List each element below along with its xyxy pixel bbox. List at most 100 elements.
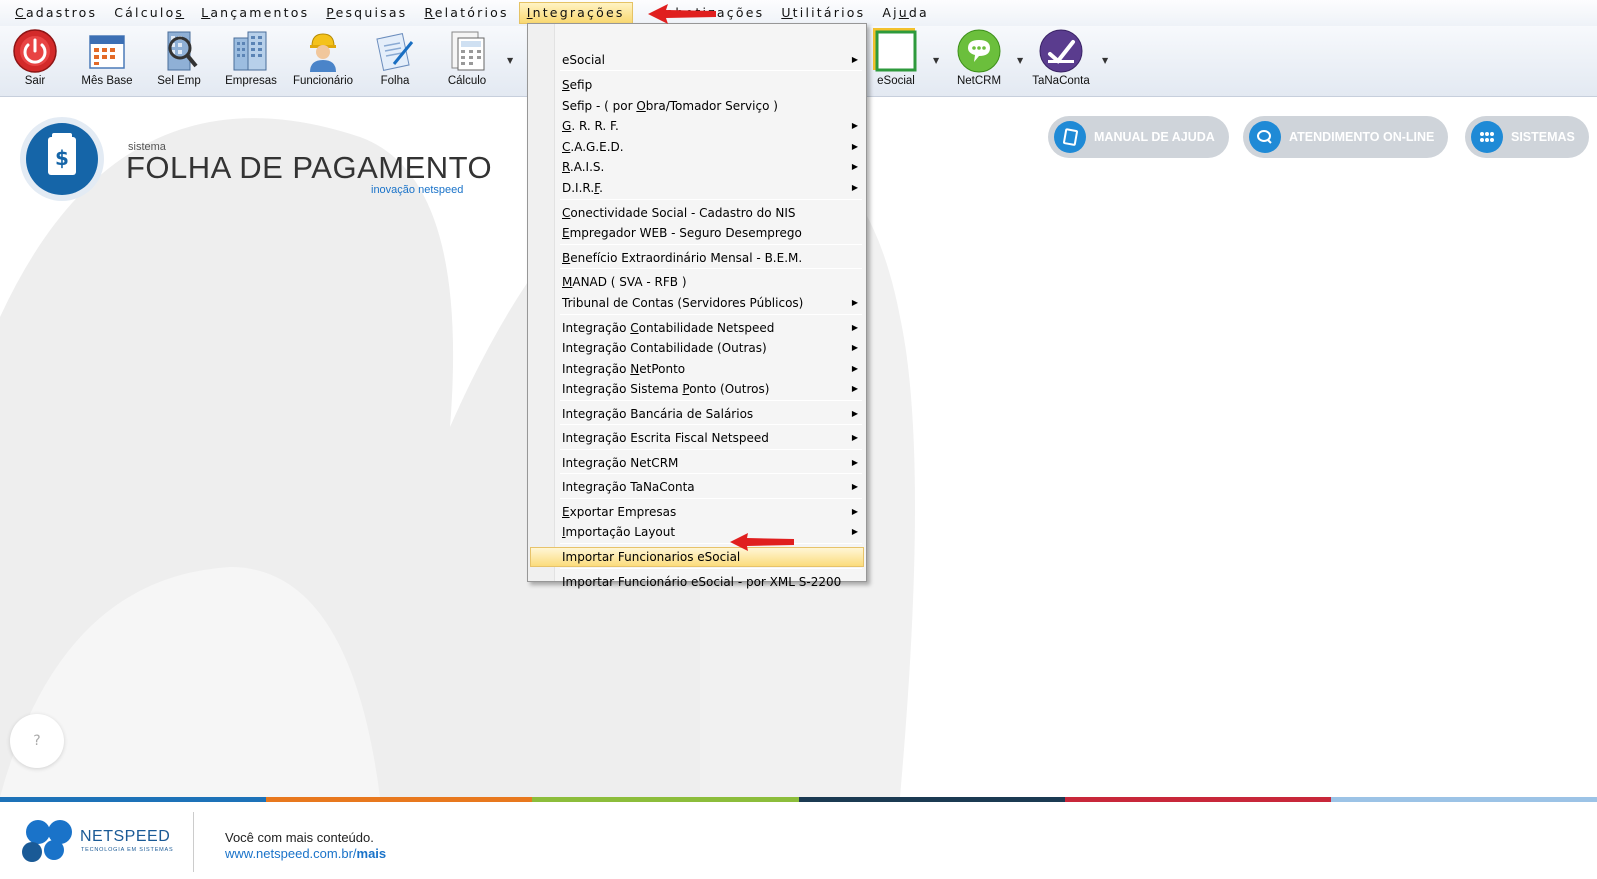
atendimento-online-button[interactable]: ATENDIMENTO ON-LINE: [1243, 116, 1449, 158]
menu-item-sistema-ponto[interactable]: Integração Sistema Ponto (Outros) ▶: [530, 379, 864, 399]
document-pen-icon: [372, 28, 418, 74]
calendar-icon: [84, 28, 130, 74]
sistemas-button[interactable]: SISTEMAS: [1465, 116, 1589, 158]
menu-item-tanaconta[interactable]: Integração TaNaConta ▶: [530, 477, 864, 497]
toolbar-calculo-button[interactable]: Cálculo: [432, 26, 502, 96]
toolbar-label: Folha: [380, 75, 410, 87]
footer-brand-sub: TECNOLOGIA EM SISTEMAS: [81, 847, 174, 853]
menu-calculos[interactable]: Cálculos: [107, 2, 191, 24]
submenu-arrow-icon: ▶: [851, 298, 858, 307]
submenu-arrow-icon: ▶: [851, 121, 858, 130]
footer: NETSPEED TECNOLOGIA EM SISTEMAS Você com…: [0, 802, 1597, 879]
menu-item-grrf[interactable]: G. R. R. F. ▶: [530, 116, 864, 136]
menu-item-esocial[interactable]: eSocial ▶: [530, 50, 864, 70]
submenu-arrow-icon: ▶: [851, 55, 858, 64]
submenu-arrow-icon: ▶: [851, 364, 858, 373]
chat-icon: [1249, 121, 1281, 153]
menu-ajuda[interactable]: Ajuda: [875, 2, 936, 24]
menu-separator: [560, 314, 862, 315]
toolbar-folha-button[interactable]: Folha: [360, 26, 430, 96]
toolbar-label: Sair: [24, 75, 46, 87]
toolbar-tanaconta-button[interactable]: TaNaConta: [1028, 26, 1094, 96]
manual-de-ajuda-button[interactable]: MANUAL DE AJUDA: [1048, 116, 1229, 158]
menu-separator: [560, 70, 862, 71]
submenu-arrow-icon: ▶: [851, 409, 858, 418]
toolbar-empresas-button[interactable]: Empresas: [216, 26, 286, 96]
menu-item-escrita-fiscal[interactable]: Integração Escrita Fiscal Netspeed ▶: [530, 428, 864, 448]
calculo-dropdown-arrow-icon[interactable]: ▼: [507, 56, 513, 65]
grid-dots-icon: [1471, 121, 1503, 153]
menu-separator: [560, 568, 862, 569]
menu-item-importacao-layout[interactable]: Importação Layout ▶: [530, 522, 864, 542]
menu-item-conectividade-social[interactable]: Conectividade Social - Cadastro do NIS: [530, 203, 864, 223]
menu-item-exportar-empresas[interactable]: Exportar Empresas ▶: [530, 502, 864, 522]
chat-bubble-icon: [956, 28, 1002, 74]
esocial-dropdown-arrow-icon[interactable]: ▼: [933, 56, 939, 65]
menu-pesquisas[interactable]: Pesquisas: [319, 2, 414, 24]
buildings-icon: [228, 28, 274, 74]
submenu-arrow-icon: ▶: [851, 142, 858, 151]
menu-item-dirf[interactable]: D.I.R.F. ▶: [530, 178, 864, 198]
submenu-arrow-icon: ▶: [851, 458, 858, 467]
worker-icon: [300, 28, 346, 74]
tanaconta-dropdown-arrow-icon[interactable]: ▼: [1102, 56, 1108, 65]
toolbar-funcionario-button[interactable]: Funcionário: [288, 26, 358, 96]
submenu-arrow-icon: ▶: [851, 527, 858, 536]
menu-separator: [560, 268, 862, 269]
book-icon: [1054, 121, 1086, 153]
toolbar-label: Funcionário: [292, 75, 354, 87]
menu-separator: [560, 400, 862, 401]
menu-item-rais[interactable]: R.A.I.S. ▶: [530, 157, 864, 177]
help-bubble-button[interactable]: ?: [10, 714, 64, 768]
logo-title: FOLHA DE PAGAMENTO: [126, 150, 493, 185]
toolbar-esocial-button[interactable]: eSocial: [858, 26, 934, 96]
menu-separator: [560, 473, 862, 474]
menu-item-contabilidade-outras[interactable]: Integração Contabilidade (Outras) ▶: [530, 338, 864, 358]
svg-text:$: $: [55, 146, 69, 170]
footer-brand: NETSPEED: [80, 828, 171, 845]
toolbar-sair-button[interactable]: Sair: [0, 26, 70, 96]
menu-item-contabilidade-netspeed[interactable]: Integração Contabilidade Netspeed ▶: [530, 318, 864, 338]
menu-item-manad[interactable]: MANAD ( SVA - RFB ): [530, 272, 864, 292]
toolbar-label: Empresas: [225, 75, 277, 87]
menu-item-empregador-web[interactable]: Empregador WEB - Seguro Desemprego: [530, 223, 864, 243]
menu-lancamentos[interactable]: Lançamentos: [194, 2, 316, 24]
toolbar-label: TaNaConta: [1032, 75, 1090, 87]
footer-link[interactable]: www.netspeed.com.br/mais: [225, 846, 386, 861]
menu-cadastros[interactable]: Cadastros: [8, 2, 104, 24]
footer-slogan: Você com mais conteúdo.: [225, 830, 374, 845]
netspeed-logo-icon: [22, 820, 72, 862]
menu-separator: [560, 543, 862, 544]
toolbar-label: Cálculo: [447, 75, 487, 87]
menu-item-beneficio-bem[interactable]: Benefício Extraordinário Mensal - B.E.M.: [530, 248, 864, 268]
logo-tagline: inovação netspeed: [371, 184, 464, 196]
menu-separator: [560, 498, 862, 499]
menu-item-importar-funcionario-xml[interactable]: Importar Funcionário eSocial - por XML S…: [530, 572, 864, 592]
menu-item-netcrm[interactable]: Integração NetCRM ▶: [530, 453, 864, 473]
menu-relatorios[interactable]: Relatórios: [417, 2, 515, 24]
netcrm-dropdown-arrow-icon[interactable]: ▼: [1017, 56, 1023, 65]
submenu-arrow-icon: ▶: [851, 183, 858, 192]
red-arrow-annotation-icon: [648, 4, 716, 24]
menu-item-caged[interactable]: C.A.G.E.D. ▶: [530, 137, 864, 157]
menu-item-sefip-obra[interactable]: Sefip - ( por Obra/Tomador Serviço ): [530, 96, 864, 116]
menu-separator: [560, 199, 862, 200]
dollar-document-icon: $: [26, 123, 98, 195]
submenu-arrow-icon: ▶: [851, 384, 858, 393]
menu-item-bancaria-salarios[interactable]: Integração Bancária de Salários ▶: [530, 404, 864, 424]
red-arrow-annotation-icon: [730, 533, 794, 551]
menu-item-sefip[interactable]: Sefip: [530, 75, 864, 95]
menu-item-importar-funcionarios-esocial[interactable]: Importar Funcionarios eSocial: [530, 547, 864, 567]
menu-integracoes[interactable]: Integrações: [518, 2, 633, 24]
magnifier-building-icon: [156, 28, 202, 74]
menu-item-netponto[interactable]: Integração NetPonto ▶: [530, 359, 864, 379]
menu-utilitarios[interactable]: Utilitários: [774, 2, 872, 24]
menu-separator: [560, 244, 862, 245]
logo-badge: $: [20, 117, 104, 201]
toolbar-sel-emp-button[interactable]: Sel Emp: [144, 26, 214, 96]
menu-item-tribunal-contas[interactable]: Tribunal de Contas (Servidores Públicos)…: [530, 293, 864, 313]
footer-divider: [193, 812, 194, 872]
submenu-arrow-icon: ▶: [851, 433, 858, 442]
toolbar-netcrm-button[interactable]: NetCRM: [944, 26, 1014, 96]
toolbar-mes-base-button[interactable]: Mês Base: [72, 26, 142, 96]
